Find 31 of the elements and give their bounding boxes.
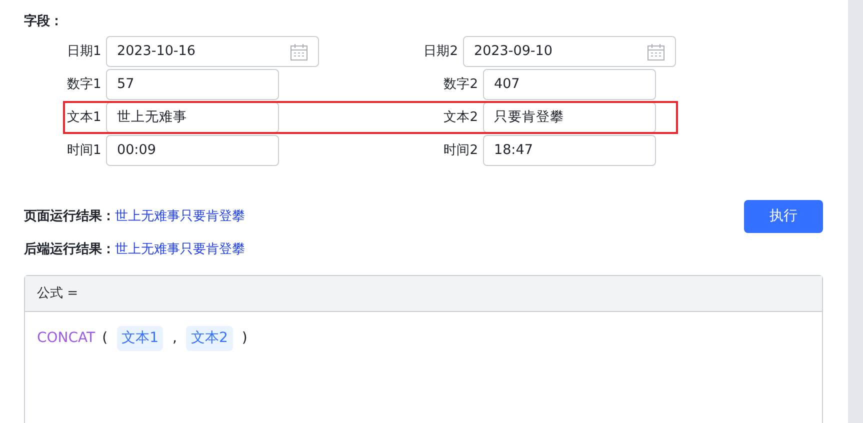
input-field[interactable]: 18:47	[483, 135, 656, 166]
result-value: 世上无难事只要肯登攀	[115, 240, 245, 259]
result-label: 页面运行结果：	[24, 208, 115, 226]
input-field[interactable]: 407	[483, 69, 656, 100]
run-button[interactable]: 执行	[744, 200, 823, 233]
input-field[interactable]: 世上无难事	[106, 102, 279, 133]
input-field[interactable]: 57	[106, 69, 279, 100]
field-label: 时间1	[67, 142, 101, 160]
field-label: 日期1	[67, 42, 101, 61]
result-value: 世上无难事只要肯登攀	[115, 208, 245, 226]
formula-label: 公式 =	[37, 284, 78, 303]
date-field[interactable]: 2023-09-10	[463, 36, 676, 67]
field-label: 数字1	[67, 76, 101, 94]
result-label: 后端运行结果：	[24, 240, 115, 259]
field-token: 文本2	[186, 326, 233, 351]
punctuation: )	[242, 329, 248, 348]
calendar-icon	[290, 42, 308, 60]
field-label: 文本1	[67, 108, 101, 127]
date-field[interactable]: 2023-10-16	[106, 36, 319, 67]
input-field[interactable]: 只要肯登攀	[483, 102, 656, 133]
punctuation: (	[102, 329, 108, 348]
punctuation: ,	[172, 329, 177, 348]
field-label: 文本2	[442, 108, 478, 127]
function-name: CONCAT	[37, 329, 96, 348]
field-token: 文本1	[116, 326, 164, 351]
input-field[interactable]: 00:09	[106, 135, 279, 166]
calendar-icon	[647, 42, 665, 60]
field-label: 时间2	[442, 142, 478, 160]
field-label: 日期2	[422, 42, 458, 61]
section-title: 字段：	[24, 12, 63, 31]
field-label: 数字2	[442, 76, 478, 94]
